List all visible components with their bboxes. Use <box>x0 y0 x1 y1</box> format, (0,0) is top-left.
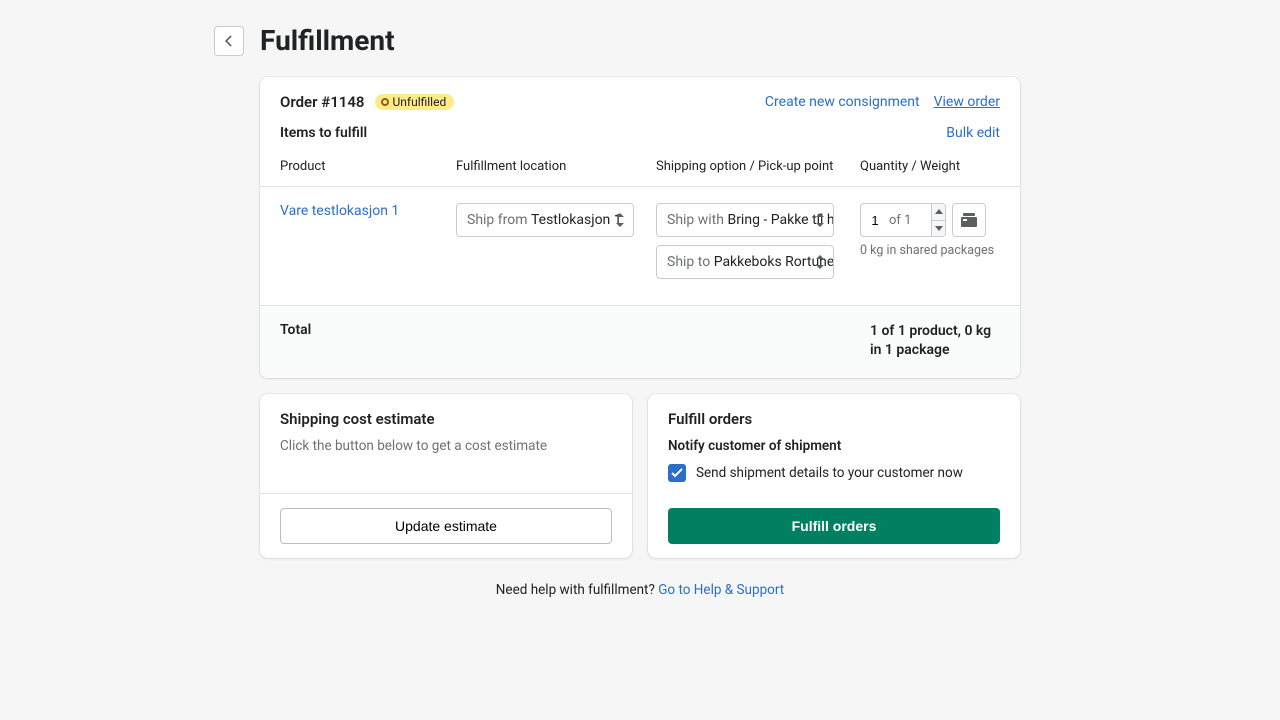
package-button[interactable] <box>952 203 986 237</box>
package-hint: 0 kg in shared packages <box>860 243 1000 258</box>
table-footer: Total 1 of 1 product, 0 kg in 1 package <box>260 306 1020 378</box>
col-product: Product <box>280 159 456 174</box>
notify-label: Notify customer of shipment <box>648 428 1020 460</box>
estimate-card: Shipping cost estimate Click the button … <box>260 394 632 558</box>
notify-checkbox-label: Send shipment details to your customer n… <box>696 465 963 481</box>
quantity-of: of 1 <box>889 213 911 228</box>
caret-down-icon <box>935 226 943 231</box>
status-badge-text: Unfulfilled <box>393 95 447 109</box>
fulfillment-location-select[interactable]: Ship from Testlokasjon 1 <box>456 203 634 237</box>
fulfill-card: Fulfill orders Notify customer of shipme… <box>648 394 1020 558</box>
col-shipping: Shipping option / Pick-up point <box>656 159 860 174</box>
col-location: Fulfillment location <box>456 159 656 174</box>
page-title: Fulfillment <box>260 24 395 57</box>
bulk-edit-link[interactable]: Bulk edit <box>946 125 1000 141</box>
table-row: Vare testlokasjon 1 Ship from Testlokasj… <box>260 187 1020 306</box>
pickup-point-select[interactable]: Ship to Pakkeboks Rortunet... <box>656 245 834 279</box>
package-icon <box>961 213 977 227</box>
help-footer: Need help with fulfillment? Go to Help &… <box>0 582 1280 598</box>
order-title: Order #1148 <box>280 93 365 111</box>
page-header: Fulfillment <box>260 24 1020 57</box>
chevron-updown-icon <box>815 255 825 269</box>
items-heading: Items to fulfill <box>280 125 367 141</box>
total-value: 1 of 1 product, 0 kg in 1 package <box>870 322 1000 360</box>
quantity-input[interactable] <box>861 213 889 228</box>
update-estimate-button[interactable]: Update estimate <box>280 508 612 544</box>
qty-down-button[interactable] <box>932 221 945 237</box>
product-link[interactable]: Vare testlokasjon 1 <box>280 203 399 219</box>
shipping-option-select[interactable]: Ship with Bring - Pakke til h... <box>656 203 834 237</box>
table-header: Product Fulfillment location Shipping op… <box>260 151 1020 187</box>
fulfill-orders-button[interactable]: Fulfill orders <box>668 508 1000 544</box>
chevron-updown-icon <box>615 213 625 227</box>
back-button[interactable] <box>214 26 244 56</box>
checkmark-icon <box>671 468 683 478</box>
notify-checkbox[interactable] <box>668 464 686 482</box>
estimate-desc: Click the button below to get a cost est… <box>260 428 632 470</box>
status-badge: Unfulfilled <box>375 94 455 110</box>
status-dot-icon <box>381 98 389 106</box>
arrow-left-icon <box>221 33 237 49</box>
create-consignment-link[interactable]: Create new consignment <box>765 94 920 110</box>
caret-up-icon <box>935 209 943 214</box>
total-label: Total <box>280 322 311 360</box>
estimate-title: Shipping cost estimate <box>260 394 632 428</box>
help-link[interactable]: Go to Help & Support <box>658 582 784 598</box>
fulfill-title: Fulfill orders <box>648 394 1020 428</box>
view-order-link[interactable]: View order <box>934 94 1000 110</box>
quantity-stepper[interactable]: of 1 <box>860 203 946 237</box>
chevron-updown-icon <box>815 213 825 227</box>
qty-up-button[interactable] <box>932 204 945 221</box>
order-card: Order #1148 Unfulfilled Create new consi… <box>260 77 1020 378</box>
col-quantity: Quantity / Weight <box>860 159 1000 174</box>
